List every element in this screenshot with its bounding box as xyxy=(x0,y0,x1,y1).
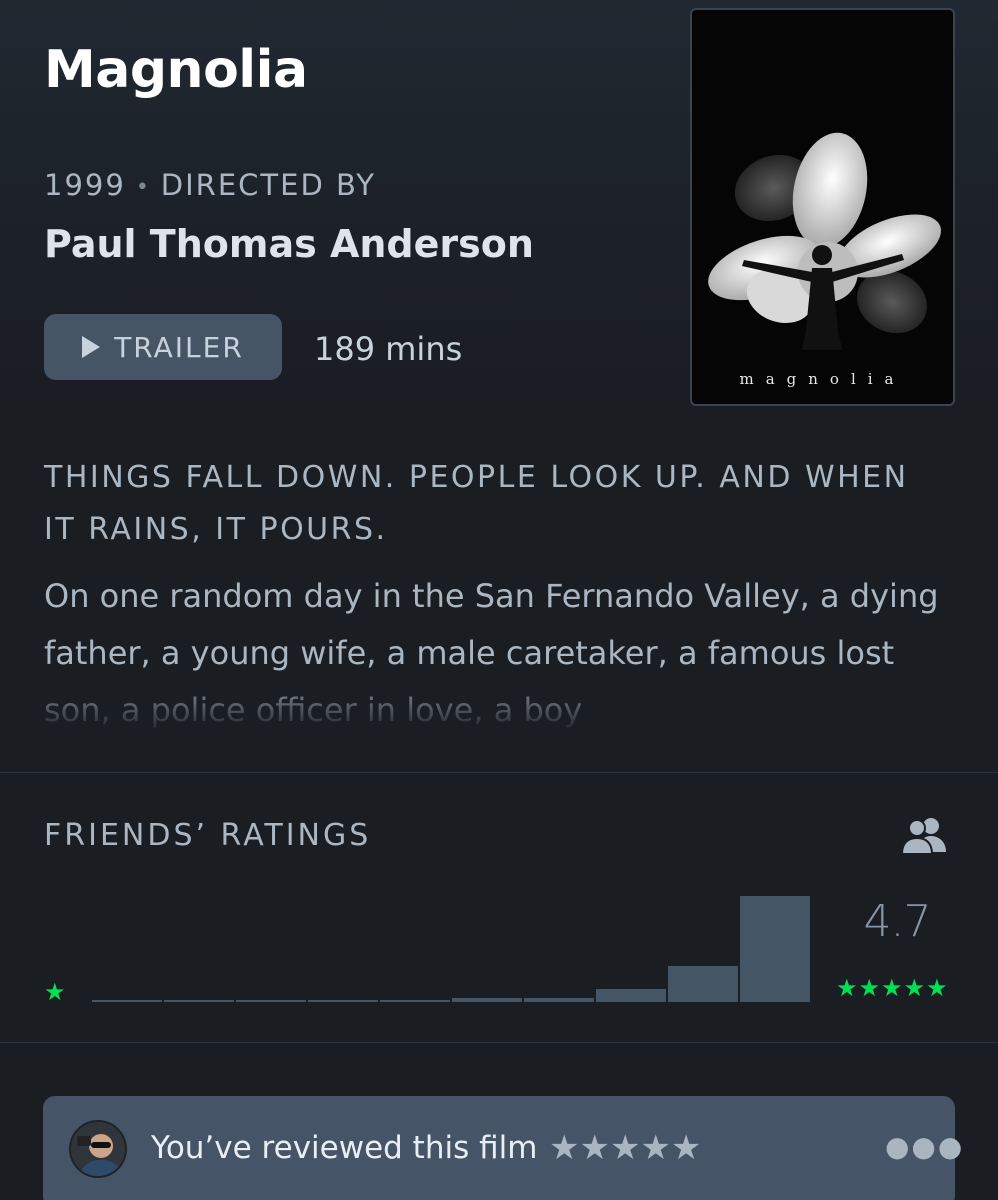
film-meta: 1999 • DIRECTED BY xyxy=(44,168,376,202)
film-tagline: THINGS FALL DOWN. PEOPLE LOOK UP. AND WH… xyxy=(44,460,909,547)
histogram-bar[interactable] xyxy=(668,966,738,1002)
divider xyxy=(0,1042,998,1043)
histogram-bar[interactable] xyxy=(740,896,810,1002)
more-options-icon[interactable]: ●●● xyxy=(885,1130,964,1163)
separator-dot: • xyxy=(135,174,151,200)
avatar[interactable] xyxy=(69,1120,127,1178)
friends-icon[interactable] xyxy=(900,816,950,860)
divider xyxy=(0,772,998,773)
synopsis-fade xyxy=(44,668,944,738)
histogram-bar[interactable] xyxy=(452,998,522,1002)
histogram-bar[interactable] xyxy=(380,1000,450,1002)
friends-ratings-label: FRIENDS’ RATINGS xyxy=(44,818,372,853)
director-name[interactable]: Paul Thomas Anderson xyxy=(44,222,534,266)
trailer-label: TRAILER xyxy=(114,330,244,364)
runtime: 189 mins xyxy=(314,330,463,368)
magnolia-flower-image xyxy=(708,132,942,350)
film-title: Magnolia xyxy=(44,40,308,100)
poster-caption: magnolia xyxy=(739,370,906,388)
synopsis-container[interactable]: On one random day in the San Fernando Va… xyxy=(44,568,944,738)
average-rating[interactable]: 4.7 xyxy=(838,896,956,947)
histogram-bar[interactable] xyxy=(236,1000,306,1002)
film-year[interactable]: 1999 xyxy=(44,168,126,202)
histogram-bar[interactable] xyxy=(524,998,594,1002)
histogram-bar[interactable] xyxy=(308,1000,378,1002)
histogram-bar[interactable] xyxy=(596,989,666,1002)
trailer-button[interactable]: TRAILER xyxy=(44,314,282,380)
max-rating-stars-icon: ★★★★★ xyxy=(836,974,949,1002)
directed-by-label: DIRECTED BY xyxy=(160,168,377,202)
your-rating-stars-icon: ★★★★★ xyxy=(549,1128,702,1168)
histogram-bar[interactable] xyxy=(92,1000,162,1002)
ratings-histogram[interactable] xyxy=(92,892,810,1002)
min-rating-star-icon: ★ xyxy=(44,978,66,1006)
review-status-text: You’ve reviewed this film xyxy=(151,1130,538,1166)
histogram-bar[interactable] xyxy=(164,1000,234,1002)
play-icon xyxy=(82,336,101,358)
your-review-bar[interactable]: You’ve reviewed this film ★★★★★ ●●● xyxy=(43,1096,962,1200)
film-poster[interactable]: magnolia xyxy=(690,8,955,406)
